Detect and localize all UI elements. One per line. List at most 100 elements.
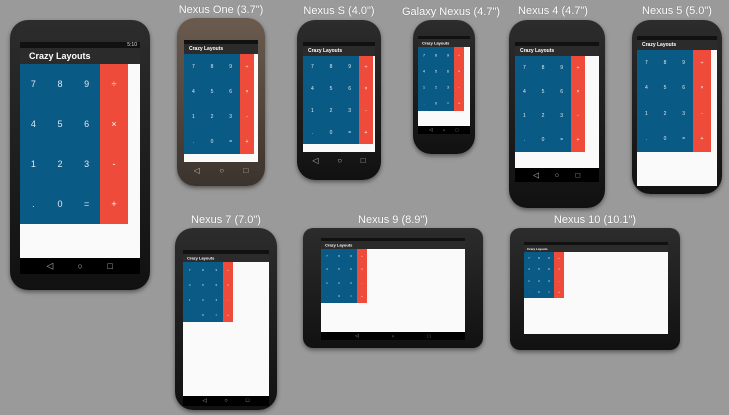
recent-icon[interactable]: □ bbox=[576, 171, 581, 180]
key-button[interactable]: 0 bbox=[57, 199, 62, 209]
key-button[interactable]: 0 bbox=[202, 313, 204, 317]
key-button[interactable]: = bbox=[548, 290, 550, 294]
key-button[interactable]: 0 bbox=[338, 294, 340, 298]
key-button[interactable]: 3 bbox=[682, 111, 685, 117]
key-button[interactable]: 1 bbox=[523, 113, 526, 119]
key-button[interactable]: 7 bbox=[523, 65, 526, 71]
key-button[interactable]: 9 bbox=[447, 53, 449, 58]
key-button[interactable]: = bbox=[348, 130, 351, 136]
key-button[interactable]: 9 bbox=[229, 64, 232, 70]
key-button[interactable]: 1 bbox=[423, 85, 425, 90]
recent-icon[interactable]: □ bbox=[243, 166, 248, 175]
key-button[interactable]: = bbox=[229, 139, 232, 145]
operator-button[interactable]: + bbox=[111, 199, 116, 209]
operator-button[interactable]: + bbox=[246, 139, 249, 145]
key-button[interactable]: 2 bbox=[330, 108, 333, 114]
operator-button[interactable]: ÷ bbox=[701, 60, 704, 66]
operator-button[interactable]: + bbox=[365, 130, 368, 136]
key-button[interactable]: 5 bbox=[202, 283, 204, 287]
operator-button[interactable]: × bbox=[701, 85, 704, 91]
key-button[interactable]: 2 bbox=[338, 281, 340, 285]
operator-button[interactable]: × bbox=[111, 119, 116, 129]
key-button[interactable]: 0 bbox=[542, 137, 545, 143]
home-icon[interactable]: ○ bbox=[219, 166, 224, 175]
key-button[interactable]: 8 bbox=[338, 254, 340, 258]
operator-button[interactable]: ÷ bbox=[227, 268, 229, 272]
key-button[interactable]: 7 bbox=[528, 256, 530, 260]
key-button[interactable]: 4 bbox=[311, 86, 314, 92]
key-button[interactable]: . bbox=[524, 137, 525, 143]
key-button[interactable]: 4 bbox=[192, 89, 195, 95]
key-button[interactable]: 5 bbox=[542, 89, 545, 95]
operator-button[interactable]: ÷ bbox=[577, 65, 580, 71]
key-button[interactable]: 7 bbox=[326, 254, 328, 258]
operator-button[interactable]: × bbox=[361, 267, 363, 271]
operator-button[interactable]: × bbox=[227, 283, 229, 287]
operator-button[interactable]: + bbox=[558, 290, 560, 294]
key-button[interactable]: 2 bbox=[664, 111, 667, 117]
key-button[interactable]: 9 bbox=[560, 65, 563, 71]
key-button[interactable]: 9 bbox=[682, 60, 685, 66]
key-button[interactable]: 8 bbox=[664, 60, 667, 66]
operator-button[interactable]: ÷ bbox=[458, 53, 460, 58]
operator-button[interactable]: + bbox=[701, 136, 704, 142]
key-button[interactable]: 8 bbox=[211, 64, 214, 70]
key-button[interactable]: 0 bbox=[435, 101, 437, 106]
back-icon[interactable]: ◁ bbox=[355, 333, 358, 339]
key-button[interactable]: 4 bbox=[645, 85, 648, 91]
operator-button[interactable]: × bbox=[365, 86, 368, 92]
operator-button[interactable]: × bbox=[558, 267, 560, 271]
operator-button[interactable]: × bbox=[246, 89, 249, 95]
home-icon[interactable]: ○ bbox=[337, 156, 342, 165]
back-icon[interactable]: ◁ bbox=[429, 127, 432, 133]
operator-button[interactable]: - bbox=[559, 279, 560, 283]
operator-button[interactable]: × bbox=[577, 89, 580, 95]
key-button[interactable]: 8 bbox=[330, 64, 333, 70]
key-button[interactable]: 9 bbox=[215, 268, 217, 272]
key-button[interactable]: 5 bbox=[57, 119, 62, 129]
operator-button[interactable]: ÷ bbox=[246, 64, 249, 70]
key-button[interactable]: 1 bbox=[528, 279, 530, 283]
key-button[interactable]: 8 bbox=[435, 53, 437, 58]
back-icon[interactable]: ◁ bbox=[312, 156, 318, 165]
key-button[interactable]: 5 bbox=[435, 69, 437, 74]
recent-icon[interactable]: □ bbox=[246, 398, 249, 404]
home-icon[interactable]: ○ bbox=[443, 128, 446, 133]
key-button[interactable]: . bbox=[189, 313, 190, 317]
key-button[interactable]: 1 bbox=[31, 159, 36, 169]
operator-button[interactable]: + bbox=[361, 294, 363, 298]
key-button[interactable]: 1 bbox=[645, 111, 648, 117]
key-button[interactable]: = bbox=[447, 101, 449, 106]
key-button[interactable]: 3 bbox=[560, 113, 563, 119]
operator-button[interactable]: - bbox=[458, 85, 459, 90]
key-button[interactable]: 7 bbox=[645, 60, 648, 66]
key-button[interactable]: 3 bbox=[229, 114, 232, 120]
key-button[interactable]: 1 bbox=[326, 281, 328, 285]
key-button[interactable]: 4 bbox=[189, 283, 191, 287]
key-button[interactable]: 1 bbox=[189, 298, 191, 302]
operator-button[interactable]: + bbox=[577, 137, 580, 143]
key-button[interactable]: 6 bbox=[350, 267, 352, 271]
operator-button[interactable]: ÷ bbox=[112, 79, 117, 89]
key-button[interactable]: 8 bbox=[202, 268, 204, 272]
key-button[interactable]: = bbox=[350, 294, 352, 298]
recent-icon[interactable]: □ bbox=[428, 334, 431, 339]
key-button[interactable]: 6 bbox=[682, 85, 685, 91]
key-button[interactable]: = bbox=[682, 136, 685, 142]
home-icon[interactable]: ○ bbox=[555, 171, 560, 180]
recent-icon[interactable]: □ bbox=[456, 128, 459, 133]
key-button[interactable]: 9 bbox=[348, 64, 351, 70]
key-button[interactable]: 7 bbox=[423, 53, 425, 58]
operator-button[interactable]: - bbox=[113, 159, 116, 169]
operator-button[interactable]: ÷ bbox=[361, 254, 363, 258]
key-button[interactable]: 2 bbox=[538, 279, 540, 283]
key-button[interactable]: 6 bbox=[84, 119, 89, 129]
key-button[interactable]: 3 bbox=[548, 279, 550, 283]
key-button[interactable]: 2 bbox=[202, 298, 204, 302]
home-icon[interactable]: ○ bbox=[392, 334, 395, 339]
key-button[interactable]: 0 bbox=[664, 136, 667, 142]
key-button[interactable]: . bbox=[423, 101, 424, 106]
recent-icon[interactable]: □ bbox=[361, 156, 366, 165]
back-icon[interactable]: ◁ bbox=[202, 398, 206, 404]
key-button[interactable]: 5 bbox=[338, 267, 340, 271]
